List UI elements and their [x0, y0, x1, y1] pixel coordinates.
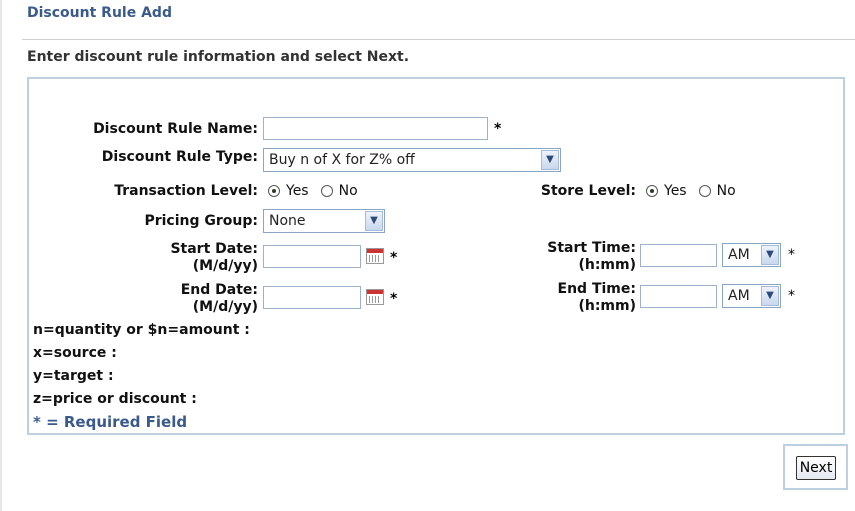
start-date-label-text: Start Date:	[170, 241, 258, 257]
start-time-input[interactable]	[640, 244, 717, 267]
rule-name-required-marker: *	[494, 121, 502, 137]
chevron-down-icon[interactable]: ▼	[761, 286, 779, 306]
next-button[interactable]: Next	[796, 456, 836, 480]
end-time-ampm-value: AM	[728, 288, 750, 304]
end-time-format-hint: (h:mm)	[578, 298, 636, 314]
legend-y: y=target :	[33, 368, 114, 384]
rule-type-select[interactable]: Buy n of X for Z% off ▼	[263, 148, 561, 172]
transaction-level-radio-group: Yes No	[268, 183, 370, 199]
start-date-input[interactable]	[263, 245, 361, 268]
end-time-label-text: End Time:	[557, 281, 636, 297]
store-level-yes-radio[interactable]	[646, 185, 658, 197]
rule-name-label: Discount Rule Name:	[93, 121, 258, 137]
instruction-text: Enter discount rule information and sele…	[27, 49, 410, 65]
chevron-down-icon[interactable]: ▼	[761, 245, 779, 265]
end-time-required-marker: *	[788, 288, 795, 304]
next-button-frame: Next	[783, 444, 848, 490]
legend-z: z=price or discount :	[33, 391, 197, 407]
transaction-level-yes-label: Yes	[286, 183, 309, 199]
calendar-icon[interactable]	[366, 248, 384, 264]
start-time-format-hint: (h:mm)	[578, 257, 636, 273]
chevron-down-icon[interactable]: ▼	[541, 150, 559, 170]
chevron-down-icon[interactable]: ▼	[365, 211, 383, 231]
transaction-level-yes-radio[interactable]	[268, 185, 280, 197]
pricing-group-label: Pricing Group:	[144, 213, 258, 229]
store-level-no-radio[interactable]	[698, 185, 711, 197]
transaction-level-no-label: No	[338, 183, 358, 199]
store-level-yes-label: Yes	[664, 183, 687, 199]
left-border	[0, 0, 2, 511]
required-field-note: * = Required Field	[33, 413, 188, 431]
start-date-required-marker: *	[390, 250, 398, 266]
start-date-label: Start Date: (M/d/yy)	[60, 241, 258, 275]
legend-x: x=source :	[33, 345, 117, 361]
calendar-icon[interactable]	[366, 289, 384, 305]
transaction-level-no-radio[interactable]	[320, 185, 333, 197]
end-time-ampm-select[interactable]: AM ▼	[722, 284, 781, 308]
pricing-group-select[interactable]: None ▼	[263, 209, 385, 233]
end-date-label-text: End Date:	[180, 282, 258, 298]
rule-type-label: Discount Rule Type:	[101, 149, 258, 165]
start-time-ampm-select[interactable]: AM ▼	[722, 243, 781, 267]
start-time-ampm-value: AM	[728, 247, 750, 263]
end-date-input[interactable]	[263, 286, 361, 309]
title-divider	[22, 39, 855, 40]
transaction-level-label: Transaction Level:	[114, 183, 258, 199]
legend-n: n=quantity or $n=amount :	[33, 322, 250, 338]
end-date-label: End Date: (M/d/yy)	[60, 282, 258, 316]
start-date-format-hint: (M/d/yy)	[192, 258, 258, 274]
start-time-label-text: Start Time:	[547, 240, 636, 256]
store-level-no-label: No	[716, 183, 736, 199]
end-date-required-marker: *	[390, 291, 398, 307]
pricing-group-selected-value: None	[269, 213, 306, 229]
page-title: Discount Rule Add	[27, 5, 172, 21]
store-level-label: Store Level:	[540, 183, 636, 199]
start-time-required-marker: *	[788, 247, 795, 263]
end-time-input[interactable]	[640, 285, 717, 308]
end-date-format-hint: (M/d/yy)	[192, 299, 258, 315]
start-time-label: Start Time: (h:mm)	[500, 240, 636, 274]
rule-name-input[interactable]	[263, 117, 488, 140]
rule-type-selected-value: Buy n of X for Z% off	[269, 152, 415, 168]
store-level-radio-group: Yes No	[646, 183, 748, 199]
end-time-label: End Time: (h:mm)	[500, 281, 636, 315]
